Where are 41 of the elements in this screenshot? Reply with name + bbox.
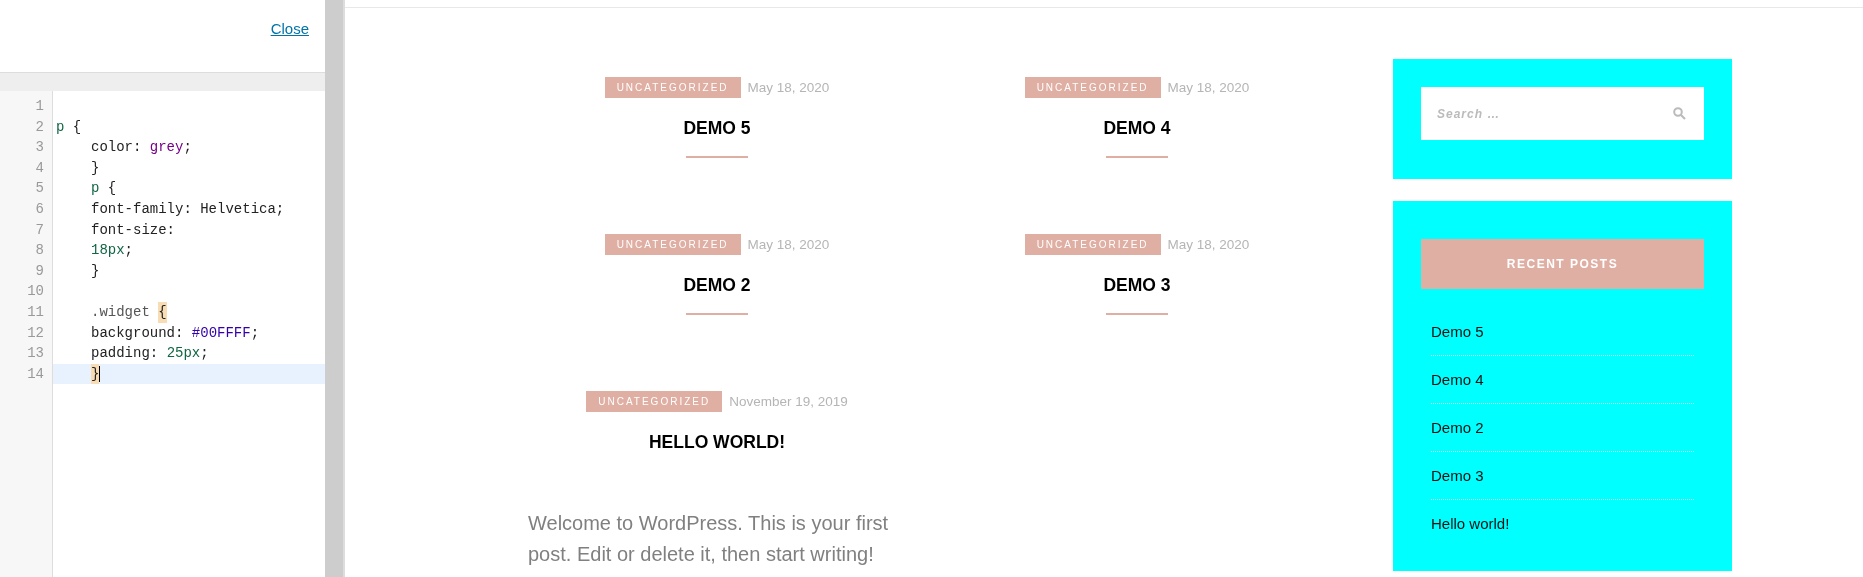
line-number: 3 <box>35 138 45 158</box>
line-number: 6 <box>35 199 45 219</box>
line-number: 12 <box>27 323 45 343</box>
title-underline <box>686 313 748 315</box>
post-date: May 18, 2020 <box>1167 237 1250 252</box>
text-cursor <box>99 366 101 382</box>
recent-post-link[interactable]: Demo 2 <box>1431 404 1694 452</box>
post-title[interactable]: DEMO 2 <box>683 275 751 296</box>
search-icon[interactable] <box>1673 107 1686 120</box>
line-number: 13 <box>27 344 45 364</box>
post-date: May 18, 2020 <box>747 237 830 252</box>
line-number: 14 <box>27 364 45 384</box>
title-underline <box>686 156 748 158</box>
title-underline <box>1106 156 1168 158</box>
post-title[interactable]: DEMO 3 <box>1103 275 1171 296</box>
close-link[interactable]: Close <box>270 20 309 37</box>
line-number: 2 <box>35 117 45 137</box>
line-number: 8 <box>35 241 45 261</box>
line-number: 5 <box>35 179 45 199</box>
search-field[interactable]: Search … <box>1421 87 1704 140</box>
post-date: November 19, 2019 <box>729 394 848 409</box>
post-title[interactable]: HELLO WORLD! <box>648 432 786 453</box>
post-title[interactable]: DEMO 5 <box>683 118 751 139</box>
post-excerpt: Welcome to WordPress. This is your first post. Edit or delete it, then start writing! <box>528 511 890 567</box>
line-number: 11 <box>27 302 45 322</box>
widget-title: RECENT POSTS <box>1421 239 1704 289</box>
post-date: May 18, 2020 <box>747 80 830 95</box>
title-underline <box>1106 313 1168 315</box>
recent-post-link[interactable]: Hello world! <box>1431 500 1694 547</box>
line-number: 4 <box>35 158 45 178</box>
line-number: 9 <box>35 261 45 281</box>
scrollbar[interactable] <box>325 0 343 577</box>
code-editor[interactable]: p { color: grey; } p { font-family: Helvetica; font-size: 18px; } .widget { background: #00FFFF; padding: 25px; } <box>53 91 325 577</box>
line-number: 10 <box>27 282 45 302</box>
recent-post-link[interactable]: Demo 4 <box>1431 356 1694 404</box>
post-date: May 18, 2020 <box>1167 80 1250 95</box>
recent-post-link[interactable]: Demo 5 <box>1431 308 1694 356</box>
post-title[interactable]: DEMO 4 <box>1103 118 1171 139</box>
line-number: 7 <box>35 220 45 240</box>
recent-post-link[interactable]: Demo 3 <box>1431 452 1694 500</box>
line-number: 1 <box>35 97 45 116</box>
